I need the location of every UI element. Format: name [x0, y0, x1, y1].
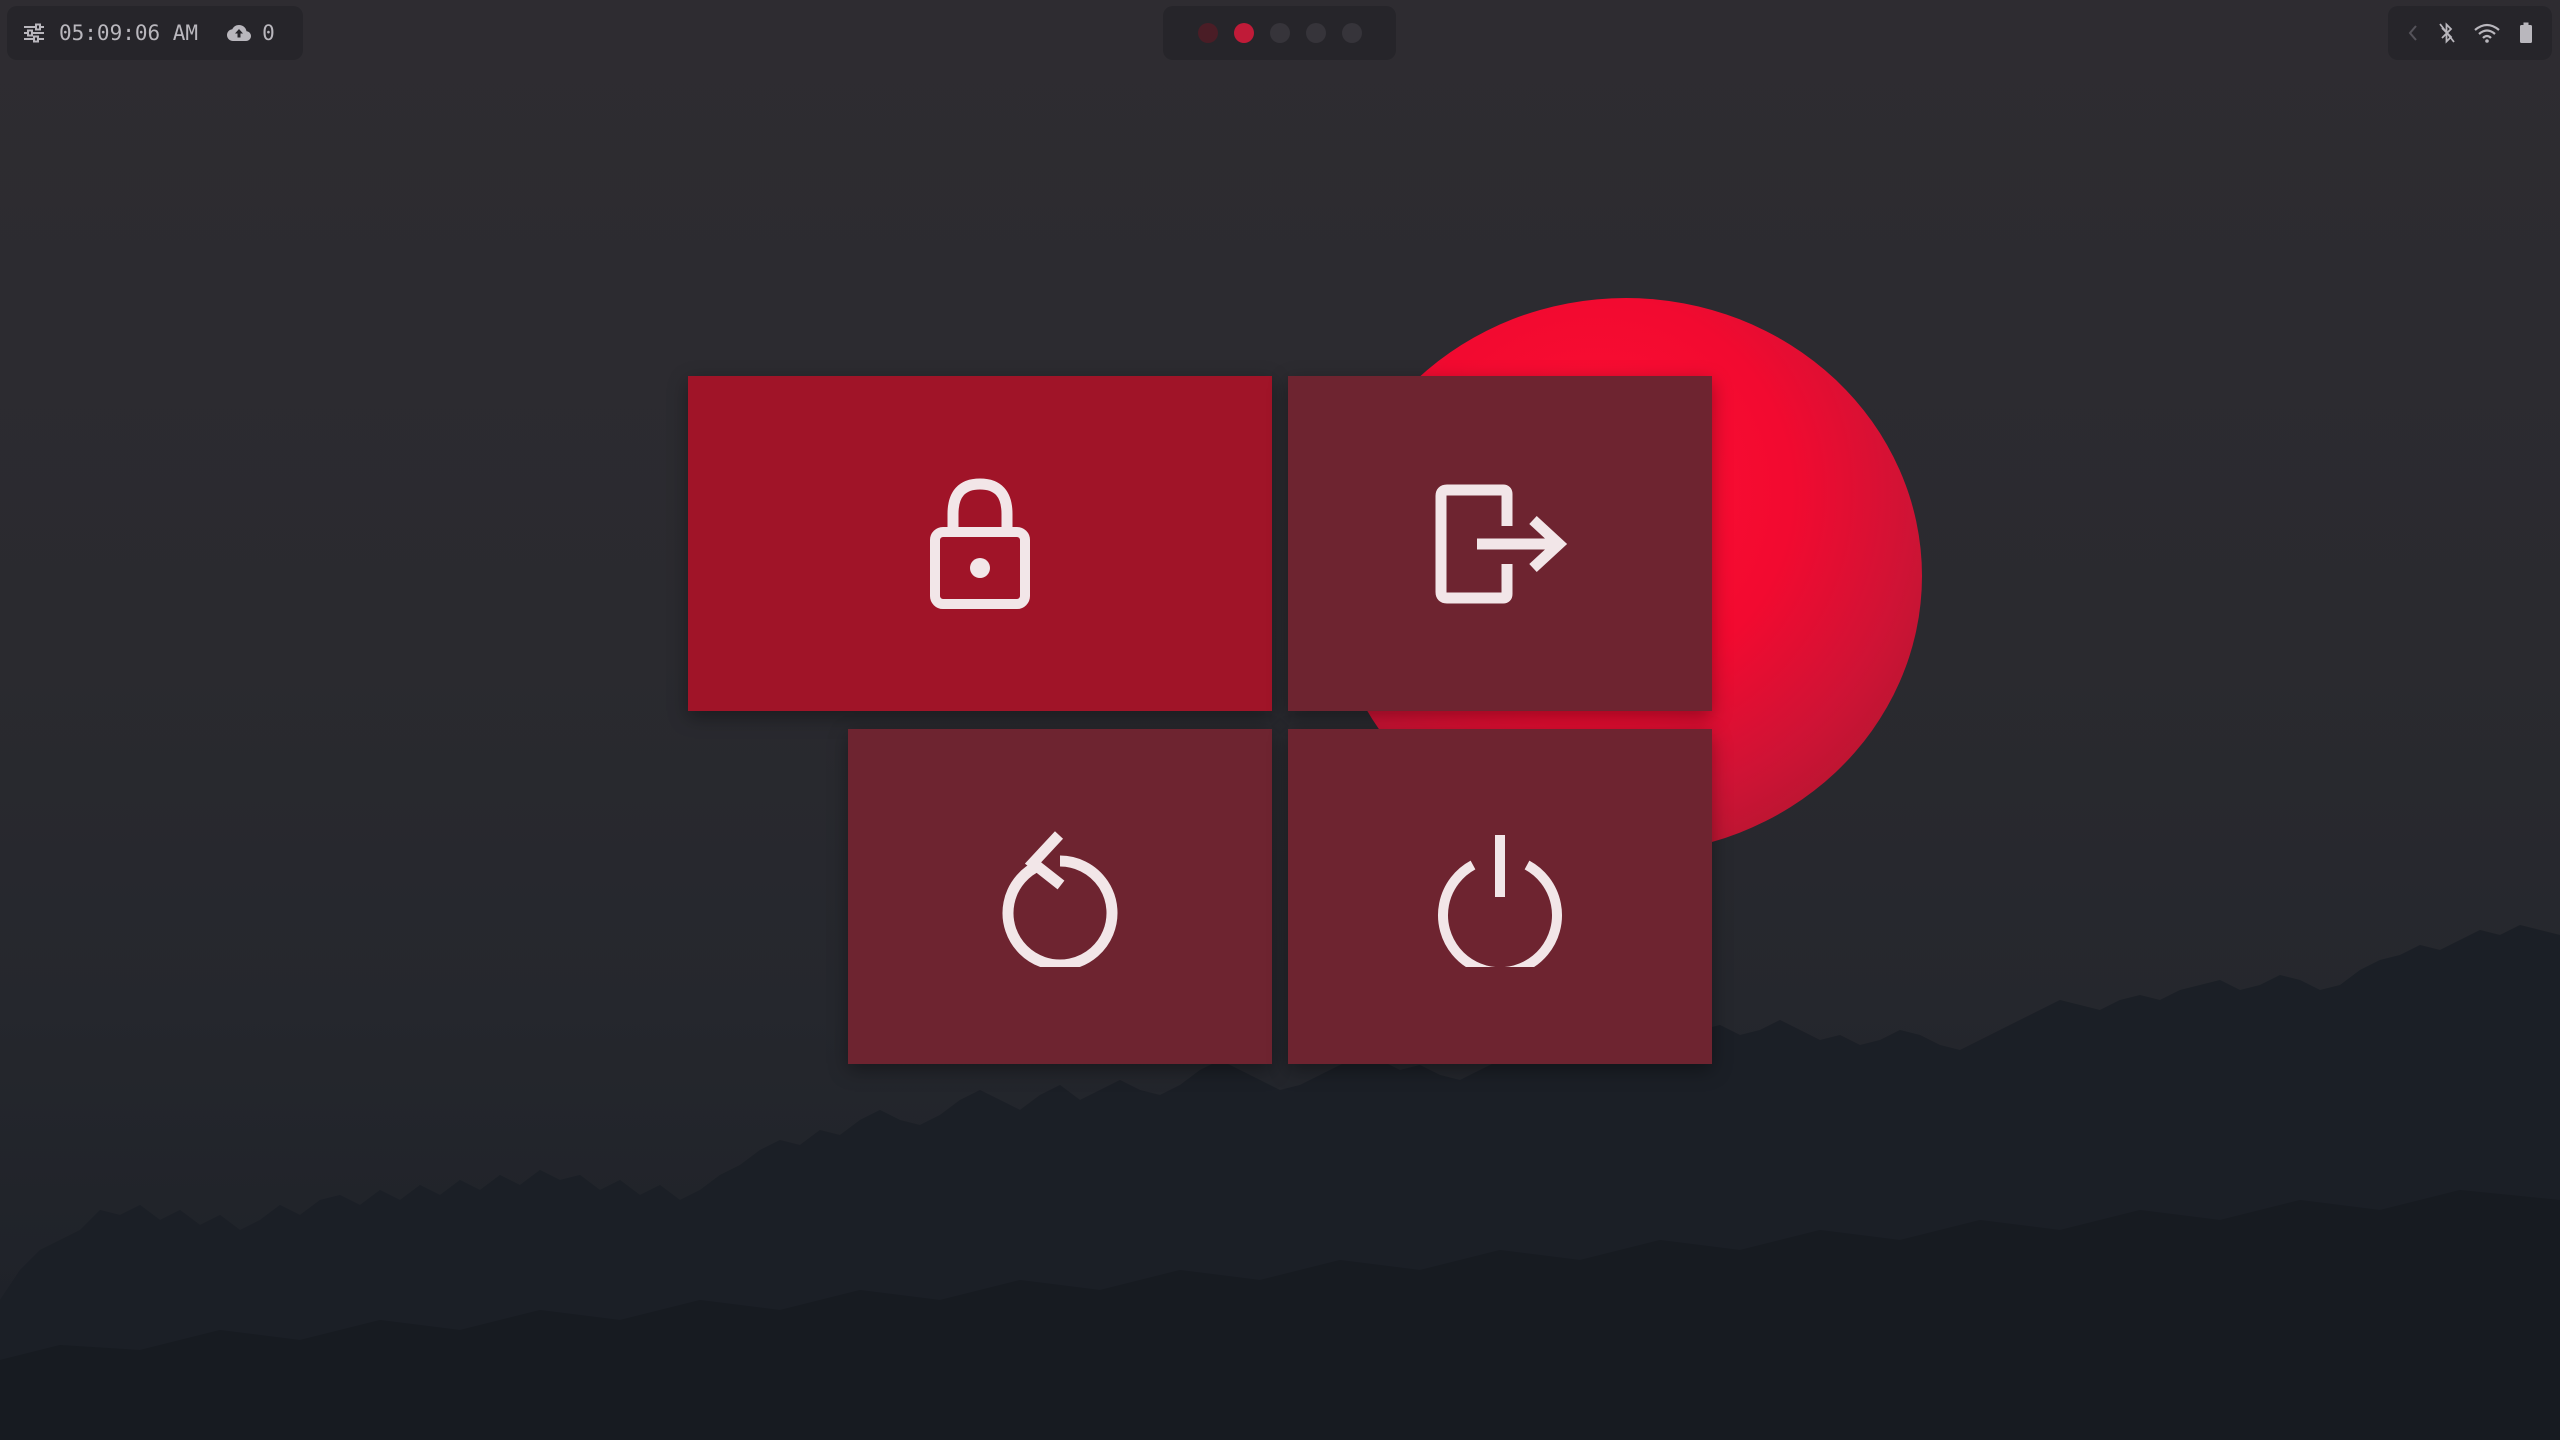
updates-count: 0 [262, 21, 275, 45]
lock-button[interactable] [688, 376, 1272, 711]
power-icon [1430, 827, 1570, 967]
workspace-3[interactable] [1269, 23, 1290, 43]
lock-icon [925, 474, 1035, 614]
chevron-left-icon[interactable] [2407, 23, 2419, 43]
workspace-2[interactable] [1233, 23, 1254, 43]
reboot-icon [995, 827, 1125, 967]
sliders-icon[interactable] [23, 23, 45, 43]
topbar-right-module [2388, 6, 2552, 60]
logout-icon [1435, 484, 1575, 604]
desktop: 05:09:06 AM 0 [0, 0, 2560, 1440]
clock[interactable]: 05:09:06 AM [59, 21, 198, 45]
battery-icon[interactable] [2519, 22, 2533, 44]
bluetooth-off-icon[interactable] [2438, 22, 2456, 44]
wallpaper-treeline [0, 925, 2560, 1440]
wifi-icon[interactable] [2474, 23, 2500, 43]
reboot-button[interactable] [848, 729, 1272, 1064]
cloud-upload-icon[interactable] [226, 24, 252, 42]
workspace-5[interactable] [1341, 23, 1362, 43]
workspace-1[interactable] [1197, 23, 1218, 43]
workspace-switcher [1163, 6, 1396, 60]
logout-button[interactable] [1288, 376, 1712, 711]
workspace-4[interactable] [1305, 23, 1326, 43]
shutdown-button[interactable] [1288, 729, 1712, 1064]
topbar-left-module: 05:09:06 AM 0 [7, 6, 303, 60]
